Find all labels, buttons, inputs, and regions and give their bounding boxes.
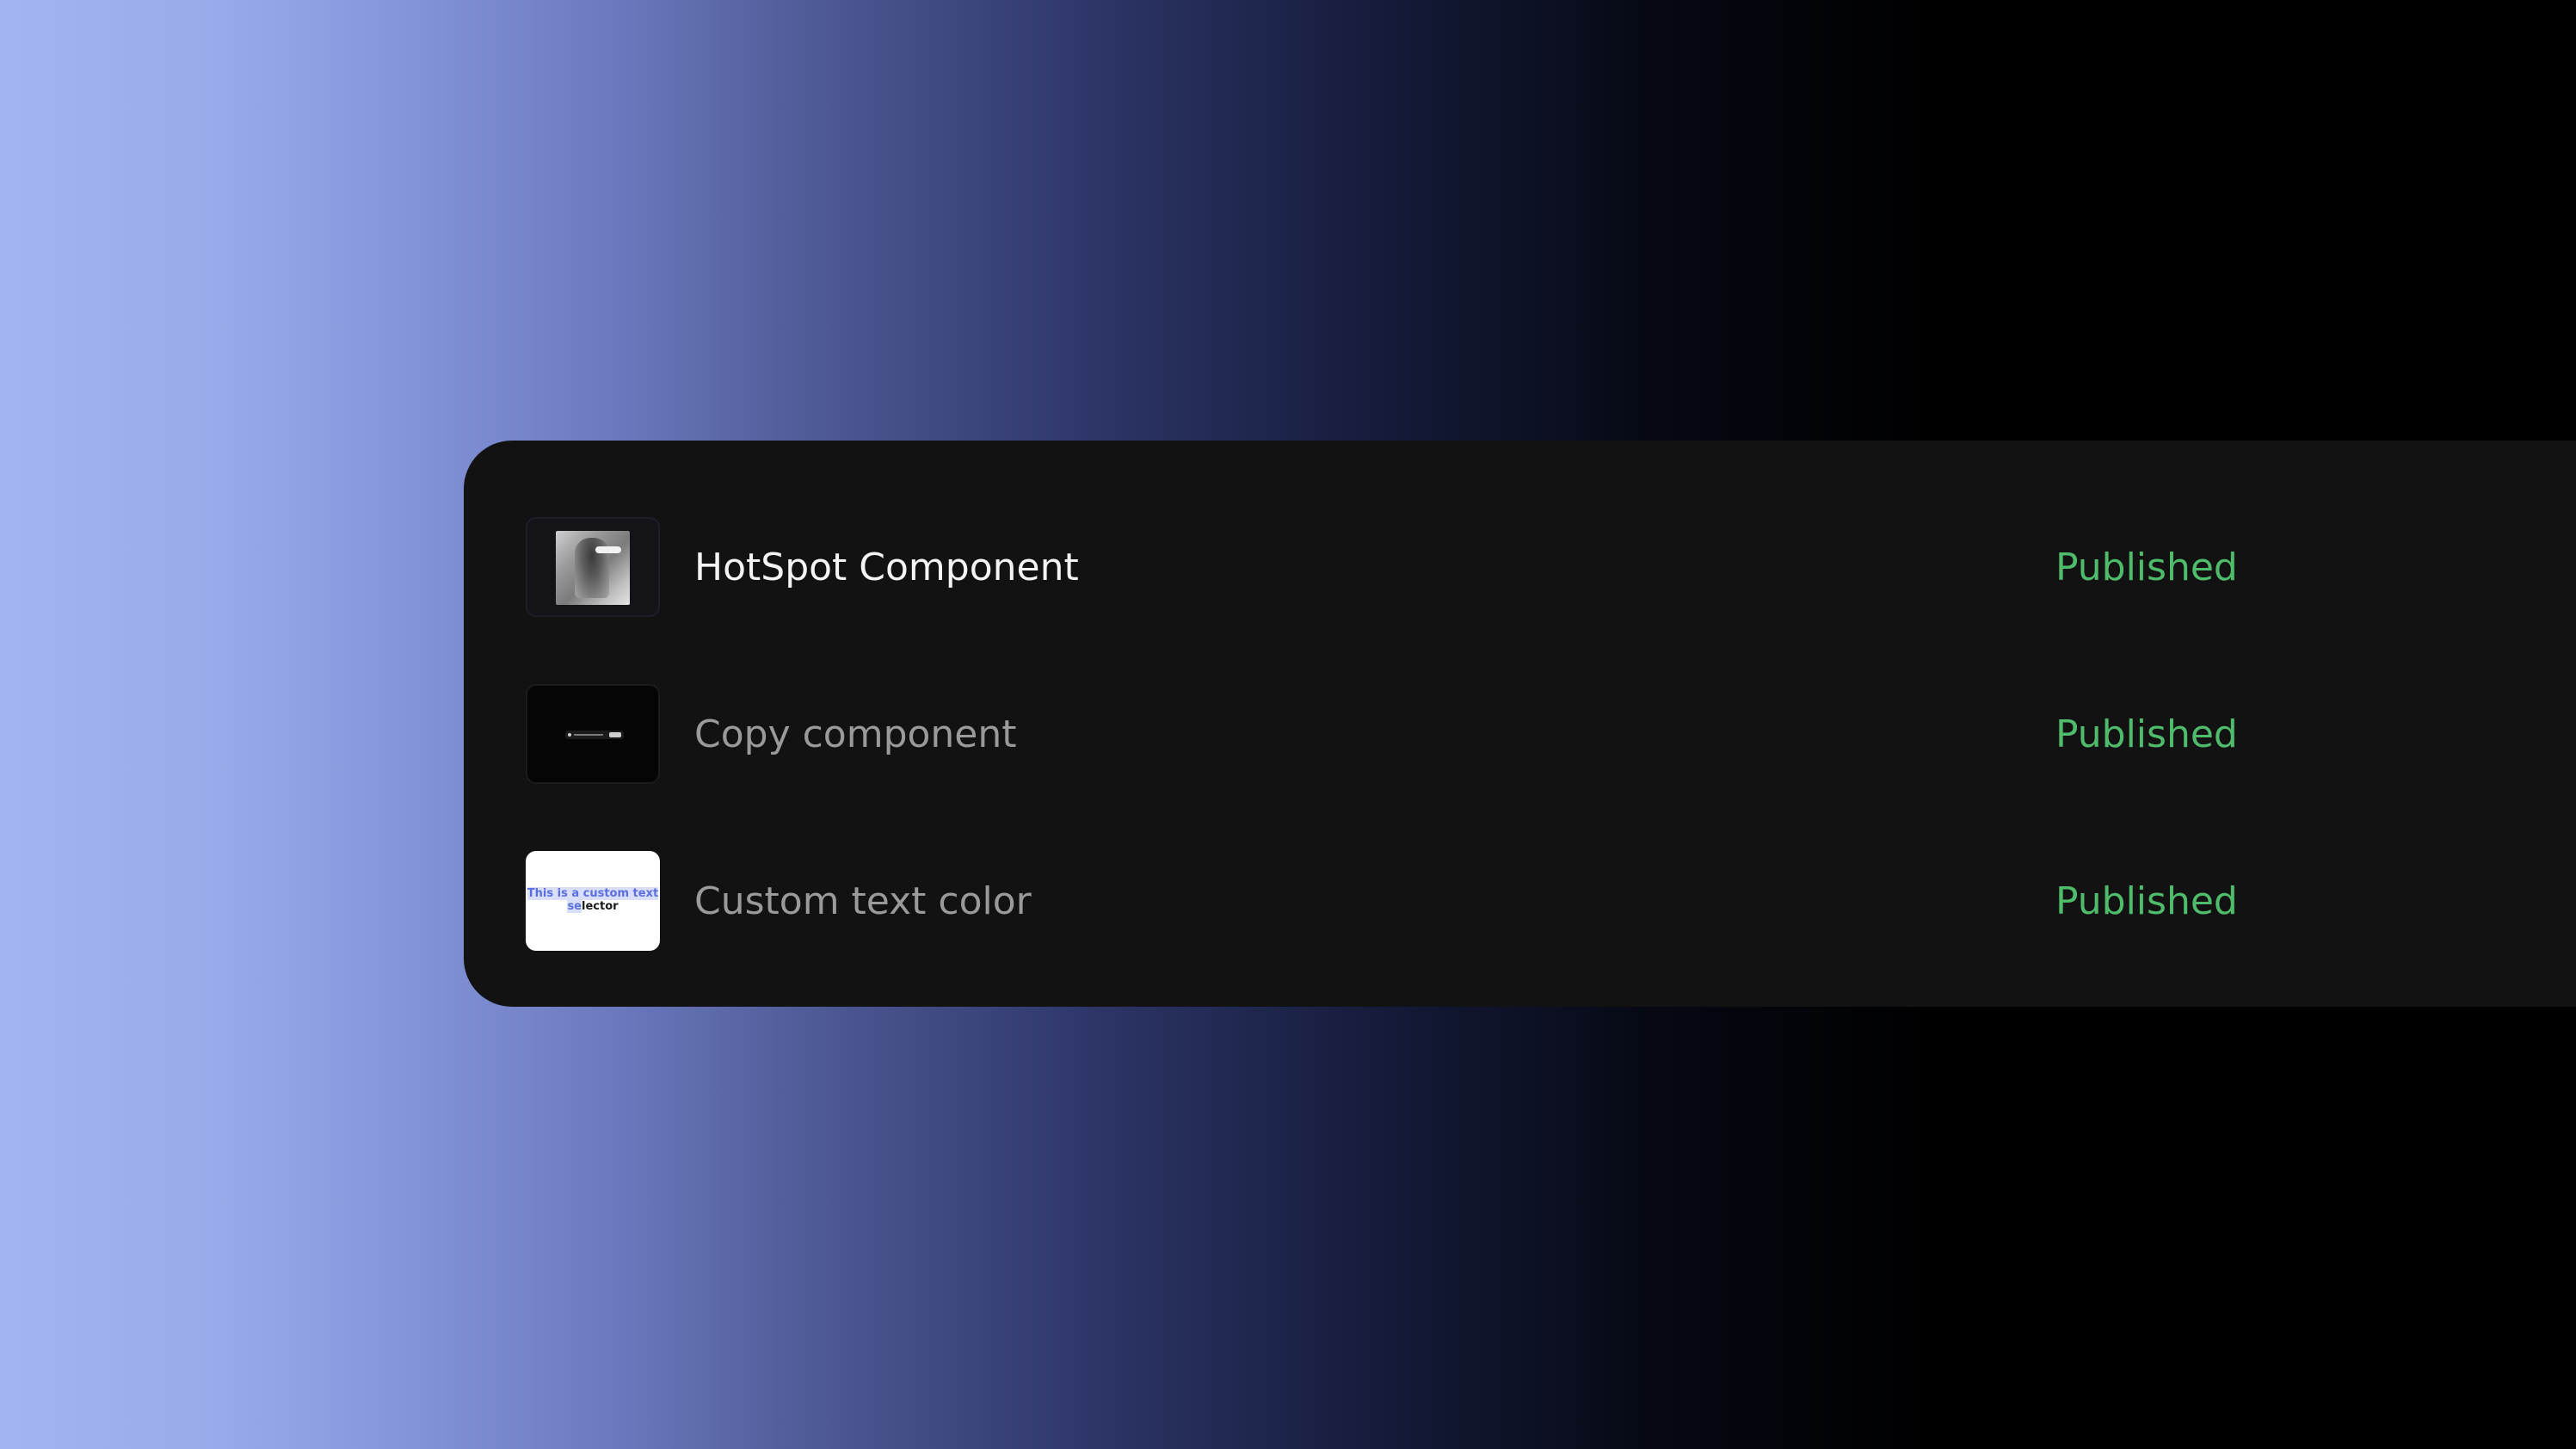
plain-text: lector bbox=[582, 900, 619, 913]
thumbnail-text: This is a custom text selector bbox=[526, 887, 660, 913]
component-name: HotSpot Component bbox=[694, 546, 1079, 589]
status-badge: Published bbox=[2055, 546, 2238, 589]
component-name: Copy component bbox=[694, 712, 1017, 756]
hotspot-thumbnail bbox=[526, 517, 660, 617]
components-list-panel: HotSpot Component Published Copy compone… bbox=[464, 441, 2576, 1007]
copy-button-preview bbox=[609, 732, 621, 737]
copy-bar-preview bbox=[565, 731, 624, 739]
hotspot-pill-icon bbox=[595, 546, 621, 553]
list-item[interactable]: This is a custom text selector Custom te… bbox=[526, 851, 2576, 953]
list-item[interactable]: Copy component Published bbox=[526, 684, 2576, 786]
photo-image bbox=[556, 531, 630, 605]
component-name: Custom text color bbox=[694, 879, 1032, 923]
dot-icon bbox=[568, 733, 571, 737]
list-item[interactable]: HotSpot Component Published bbox=[526, 517, 2576, 619]
copy-thumbnail bbox=[526, 684, 660, 784]
text-line bbox=[574, 734, 603, 736]
status-badge: Published bbox=[2055, 712, 2238, 756]
status-badge: Published bbox=[2055, 879, 2238, 923]
custom-text-thumbnail: This is a custom text selector bbox=[526, 851, 660, 951]
